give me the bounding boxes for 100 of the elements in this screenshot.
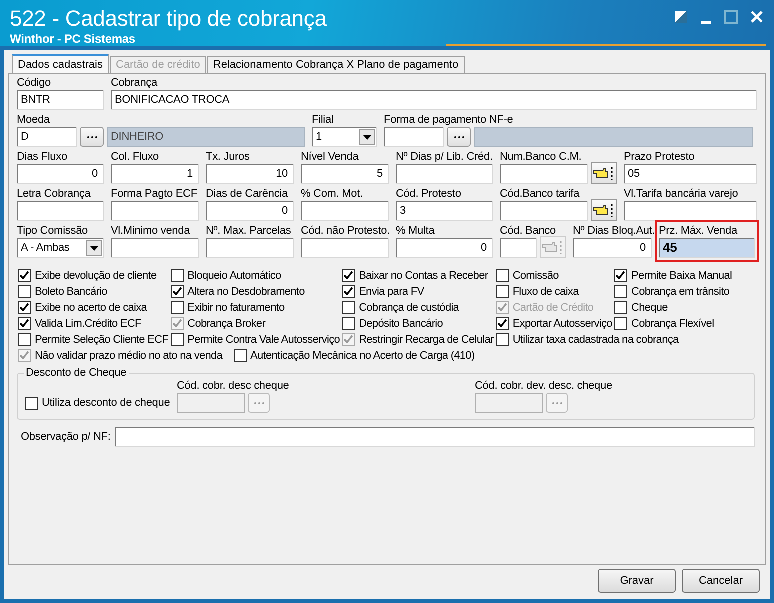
field-label: Código: [17, 76, 52, 90]
input-field[interactable]: BONIFICACAO TROCA: [111, 90, 757, 110]
search-button[interactable]: [591, 162, 617, 184]
checkbox[interactable]: [342, 269, 356, 282]
group-title: Desconto de Cheque: [25, 367, 128, 379]
checkbox-label: Utilizar taxa cadastrada na cobrança: [512, 334, 679, 346]
input-field[interactable]: 5: [301, 164, 389, 184]
input-field[interactable]: 0: [17, 164, 104, 184]
checkbox[interactable]: [170, 269, 184, 282]
checkbox[interactable]: [170, 285, 184, 298]
pointing-hand-icon: [593, 202, 615, 218]
checkbox[interactable]: [18, 269, 31, 282]
input-field[interactable]: [111, 201, 199, 221]
field-label: Nº Dias Bloq.Aut.: [573, 224, 652, 238]
field-label: Cód. Protesto: [396, 187, 462, 201]
checkbox-label: Valida Lim.Crédito ECF: [35, 318, 142, 330]
input-field[interactable]: [17, 201, 104, 221]
checkbox-label: Baixar no Contas a Receber: [359, 270, 488, 282]
input-field[interactable]: D: [17, 127, 77, 147]
restore-icon[interactable]: [674, 10, 688, 24]
field-label: Num.Banco C.M.: [500, 150, 583, 164]
close-icon[interactable]: [750, 10, 764, 24]
input-field[interactable]: [114, 427, 755, 447]
input-field[interactable]: [111, 238, 199, 258]
input-field[interactable]: [301, 238, 389, 258]
input-field[interactable]: [384, 127, 444, 147]
window-subtitle: Winthor - PC Sistemas: [10, 32, 136, 46]
checkbox[interactable]: [614, 269, 628, 282]
checkbox-label: Autenticação Mecânica no Acerto de Carga (410): [250, 350, 475, 362]
checkbox[interactable]: [18, 333, 31, 346]
checkbox[interactable]: [234, 349, 247, 362]
checkbox-label: Exibir no faturamento: [188, 302, 285, 314]
checkbox-label: Comissão: [512, 270, 559, 282]
checkbox[interactable]: [25, 396, 38, 410]
field-label: Cobrança: [111, 76, 159, 90]
checkbox-label: Permite Baixa Manual: [631, 270, 732, 282]
checkbox[interactable]: [614, 285, 628, 298]
checkbox[interactable]: [170, 301, 184, 314]
checkbox[interactable]: [496, 285, 509, 298]
field-label: Col. Fluxo: [111, 150, 160, 164]
tab[interactable]: Relacionamento Cobrança X Plano de pagamento: [207, 56, 465, 73]
ellipsis-button[interactable]: [80, 127, 104, 147]
checkbox-label: Exportar Autosserviço: [512, 318, 612, 330]
input-field[interactable]: 45: [659, 238, 755, 258]
checkbox[interactable]: [342, 317, 356, 330]
input-field[interactable]: [206, 238, 294, 258]
ellipsis-icon: [552, 402, 562, 404]
field-label: Cód. não Protesto.: [301, 224, 389, 238]
input-field[interactable]: 1: [111, 164, 199, 184]
input-field[interactable]: BNTR: [17, 90, 104, 110]
field-label: Letra Cobrança: [17, 187, 92, 201]
input-field[interactable]: [301, 201, 389, 221]
input-field[interactable]: [500, 164, 588, 184]
tab[interactable]: Dados cadastrais: [12, 54, 109, 73]
input-field[interactable]: [500, 201, 588, 221]
checkbox-label: Bloqueio Automático: [188, 270, 282, 282]
checkbox-label: Envia para FV: [359, 286, 424, 298]
dropdown[interactable]: 1: [312, 127, 377, 147]
checkbox[interactable]: [496, 333, 509, 346]
input-field[interactable]: 10: [206, 164, 294, 184]
checkbox-label: Não validar prazo médio no ato na venda: [35, 350, 223, 362]
checkbox[interactable]: [170, 333, 184, 346]
checkbox-label: Fluxo de caixa: [512, 286, 579, 298]
field-label: Cód. cobr. desc cheque: [177, 379, 290, 393]
checkbox[interactable]: [342, 301, 356, 314]
field-label: % Multa: [396, 224, 436, 238]
checkbox[interactable]: [18, 317, 31, 330]
field-label: Dias Fluxo: [17, 150, 68, 164]
field-label: Prz. Máx. Venda: [659, 224, 739, 238]
action-button[interactable]: Gravar: [598, 569, 676, 593]
checkbox[interactable]: [614, 301, 628, 314]
checkbox[interactable]: [496, 269, 509, 282]
action-button[interactable]: Cancelar: [682, 569, 760, 593]
checkbox-label: Exibe no acerto de caixa: [35, 302, 148, 314]
ellipsis-icon: [86, 136, 98, 138]
input-field[interactable]: [396, 164, 493, 184]
input-field[interactable]: 0: [573, 238, 652, 258]
checkbox-label: Depósito Bancário: [359, 318, 443, 330]
field-label: Vl.Minimo venda: [111, 224, 192, 238]
checkbox[interactable]: [342, 285, 356, 298]
dropdown[interactable]: A - Ambas: [17, 238, 104, 258]
checkbox[interactable]: [614, 317, 628, 330]
field-label: Vl.Tarifa bancária varejo: [624, 187, 740, 201]
input-field[interactable]: 0: [396, 238, 493, 258]
checkbox[interactable]: [496, 317, 509, 330]
field-label: Cód. Banco: [500, 224, 557, 238]
ellipsis-button[interactable]: [447, 127, 471, 147]
checkbox-label: Exibe devolução de cliente: [35, 270, 157, 282]
checkbox[interactable]: [18, 301, 31, 314]
input-field[interactable]: [500, 238, 537, 258]
field-label: Cód. cobr. dev. desc. cheque: [475, 379, 614, 393]
pointing-hand-icon: [593, 165, 615, 181]
input-field[interactable]: 3: [396, 201, 493, 221]
input-field[interactable]: 05: [624, 164, 757, 184]
input-field[interactable]: 0: [206, 201, 294, 221]
field-label: Dias de Carência: [206, 187, 290, 201]
input-field[interactable]: [624, 201, 757, 221]
checkbox[interactable]: [18, 285, 31, 298]
field-label: Forma de pagamento NF-e: [384, 113, 514, 127]
search-button[interactable]: [591, 199, 617, 221]
